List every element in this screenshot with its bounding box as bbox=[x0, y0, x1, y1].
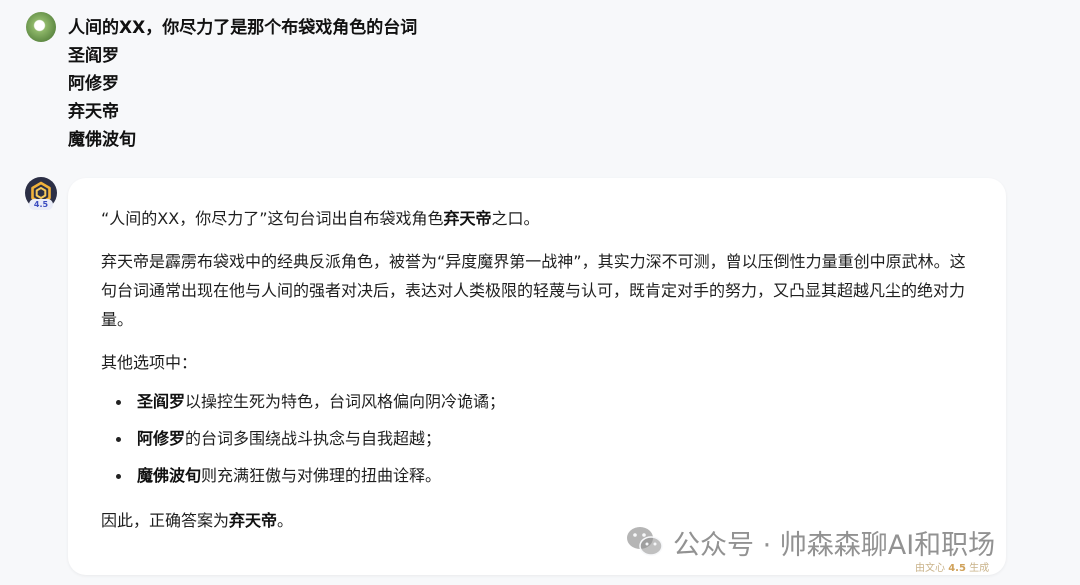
user-option: 弃天帝 bbox=[68, 102, 119, 122]
version-badge: 4.5 bbox=[29, 199, 53, 210]
answer-explanation: 弃天帝是霹雳布袋戏中的经典反派角色，被誉为“异度魔界第一战神”，其实力深不可测，… bbox=[101, 252, 966, 329]
generated-by-tag: 由文心 4.5 生成 bbox=[915, 563, 990, 574]
user-avatar[interactable] bbox=[26, 12, 56, 42]
list-item: 圣阎罗以操控生死为特色，台词风格偏向阴冷诡谲； bbox=[101, 387, 973, 416]
watermark-text: 公众号 · 帅森森聊AI和职场 bbox=[673, 529, 996, 561]
user-option: 阿修罗 bbox=[68, 74, 119, 94]
other-options-list: 圣阎罗以操控生死为特色，台词风格偏向阴冷诡谲； 阿修罗的台词多围绕战斗执念与自我… bbox=[101, 387, 973, 490]
answer-intro: “人间的XX，你尽力了”这句台词出自布袋戏角色弃天帝之口。 bbox=[101, 209, 540, 228]
answer-highlight: 弃天帝 bbox=[443, 209, 492, 228]
user-option: 魔佛波旬 bbox=[68, 130, 136, 150]
user-option: 圣阎罗 bbox=[68, 46, 119, 66]
answer-card: “人间的XX，你尽力了”这句台词出自布袋戏角色弃天帝之口。 弃天帝是霹雳布袋戏中… bbox=[68, 178, 1006, 575]
user-question: 人间的XX，你尽力了是那个布袋戏角色的台词 bbox=[68, 18, 418, 38]
answer-highlight: 弃天帝 bbox=[229, 511, 278, 530]
list-item: 魔佛波旬则充满狂傲与对佛理的扭曲诠释。 bbox=[101, 461, 973, 490]
watermark: 公众号 · 帅森森聊AI和职场 bbox=[625, 522, 995, 562]
other-options-heading: 其他选项中： bbox=[101, 353, 198, 372]
wechat-icon bbox=[625, 525, 665, 559]
list-item: 阿修罗的台词多围绕战斗执念与自我超越； bbox=[101, 424, 973, 453]
